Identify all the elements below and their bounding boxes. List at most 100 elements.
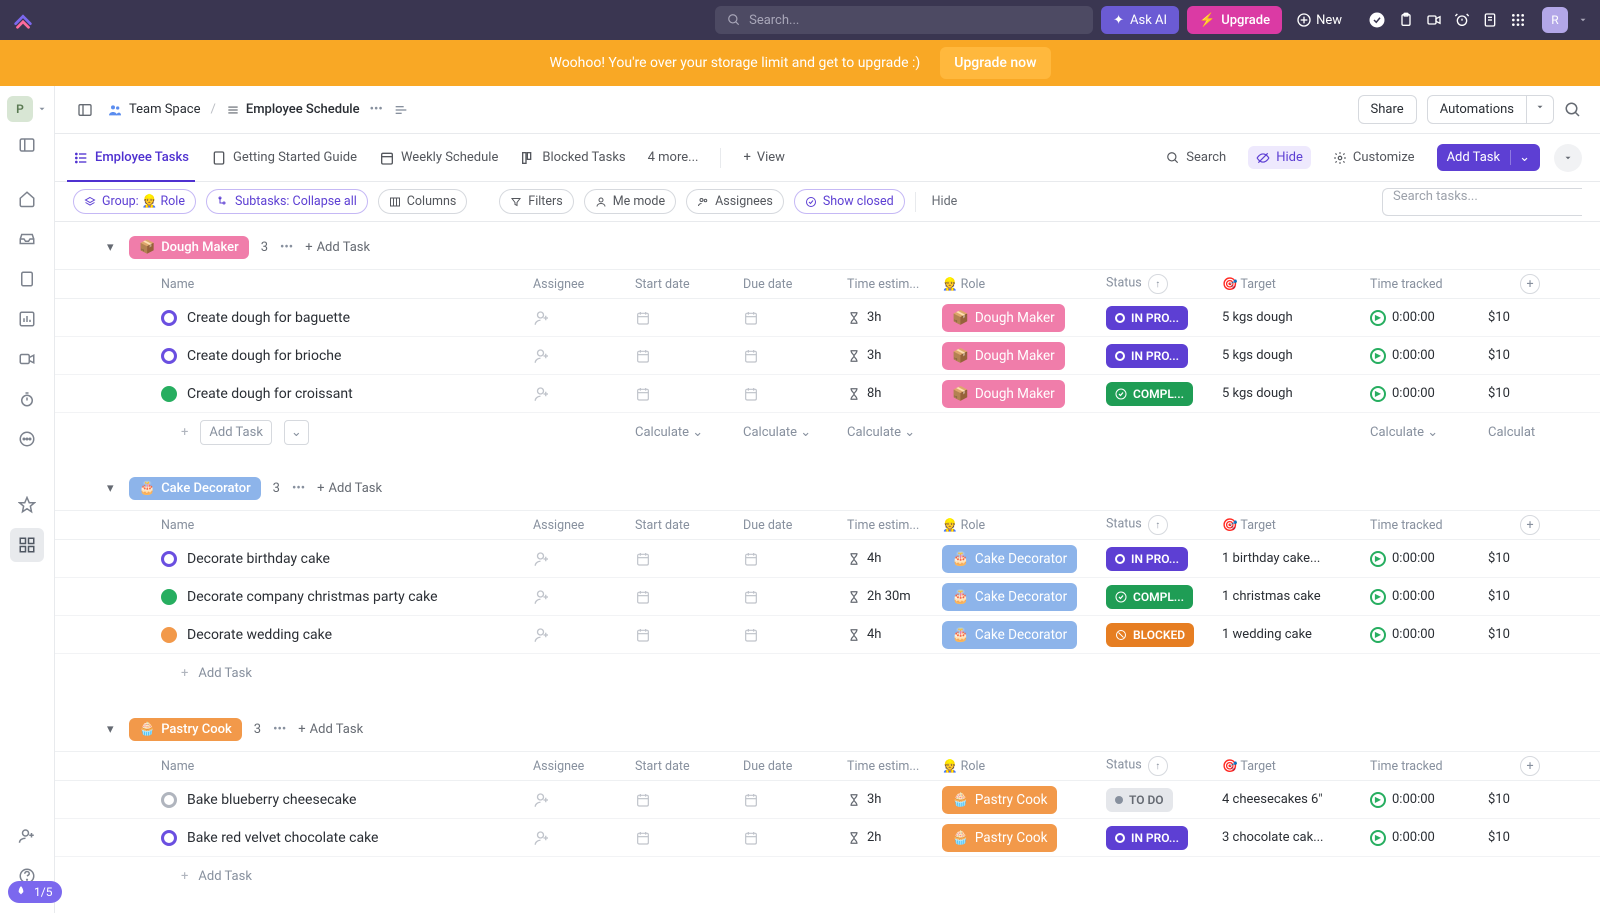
time-estimate-cell[interactable]: 4h [847, 627, 942, 642]
start-date-icon[interactable] [635, 589, 735, 605]
due-date-icon[interactable] [743, 830, 839, 846]
add-task-inline[interactable]: +Add Task⌄ [73, 420, 533, 445]
group-more-icon[interactable]: ••• [273, 722, 286, 737]
assignee-add-icon[interactable] [533, 626, 627, 644]
due-date-icon[interactable] [743, 310, 839, 326]
time-tracked-cell[interactable]: ▶0:00:00 [1370, 310, 1488, 326]
add-column-button[interactable]: + [1520, 274, 1540, 294]
col-time-tracked[interactable]: Time tracked [1370, 277, 1488, 292]
time-tracked-cell[interactable]: ▶0:00:00 [1370, 386, 1488, 402]
start-date-icon[interactable] [635, 551, 735, 567]
search-tasks-input[interactable]: Search tasks... [1382, 188, 1582, 216]
assignee-add-icon[interactable] [533, 791, 627, 809]
task-name[interactable]: Decorate wedding cake [187, 627, 332, 643]
col-time-estimate[interactable]: Time estim... [847, 518, 942, 533]
group-pill[interactable]: 🎂Cake Decorator [129, 477, 261, 500]
ellipsis-icon[interactable]: ••• [370, 102, 383, 117]
target-cell[interactable]: 4 cheesecakes 6" [1222, 792, 1370, 807]
cost-cell[interactable]: $10 [1488, 830, 1548, 845]
clips-icon[interactable] [10, 342, 44, 376]
breadcrumb-list[interactable]: Employee Schedule [226, 102, 360, 117]
col-assignee[interactable]: Assignee [533, 759, 635, 774]
timesheets-icon[interactable] [10, 382, 44, 416]
assignee-add-icon[interactable] [533, 588, 627, 606]
status-badge[interactable]: TO DO [1106, 788, 1173, 812]
subtasks-chip[interactable]: Subtasks: Collapse all [206, 189, 368, 214]
col-name[interactable]: Name [73, 277, 533, 292]
status-dot[interactable] [161, 792, 177, 808]
workspace-badge[interactable]: P [7, 96, 33, 122]
col-status[interactable]: Status↑ [1106, 515, 1222, 535]
add-column-button[interactable]: + [1520, 515, 1540, 535]
col-target[interactable]: 🎯 Target [1222, 277, 1370, 292]
chevron-down-icon[interactable] [37, 104, 47, 114]
group-pill[interactable]: 📦Dough Maker [129, 236, 249, 259]
filters-chip[interactable]: Filters [499, 189, 573, 214]
task-row[interactable]: Decorate birthday cake 4h 🎂Cake Decorato… [55, 540, 1600, 578]
add-task-button[interactable]: Add Task ⌄ [1437, 144, 1540, 171]
start-date-icon[interactable] [635, 627, 735, 643]
task-name[interactable]: Create dough for croissant [187, 386, 353, 402]
time-tracked-cell[interactable]: ▶0:00:00 [1370, 627, 1488, 643]
dashboards-icon[interactable] [10, 302, 44, 336]
status-dot[interactable] [161, 386, 177, 402]
group-add-task[interactable]: +Add Task [298, 722, 363, 737]
apps-icon[interactable] [1510, 12, 1526, 28]
col-time-estimate[interactable]: Time estim... [847, 277, 942, 292]
play-icon[interactable]: ▶ [1370, 386, 1386, 402]
status-badge[interactable]: IN PRO... [1106, 826, 1188, 850]
col-name[interactable]: Name [73, 759, 533, 774]
task-name[interactable]: Bake red velvet chocolate cake [187, 830, 378, 846]
status-dot[interactable] [161, 627, 177, 643]
col-time-tracked[interactable]: Time tracked [1370, 518, 1488, 533]
task-row[interactable]: Bake blueberry cheesecake 3h 🧁Pastry Coo… [55, 781, 1600, 819]
col-target[interactable]: 🎯 Target [1222, 759, 1370, 774]
add-task-inline[interactable]: +Add Task [73, 666, 533, 681]
new-button[interactable]: New [1290, 12, 1348, 28]
task-row[interactable]: Create dough for brioche 3h 📦Dough Maker… [55, 337, 1600, 375]
role-badge[interactable]: 🧁Pastry Cook [942, 824, 1057, 852]
view-search-button[interactable]: Search [1158, 146, 1234, 169]
status-badge[interactable]: COMPL... [1106, 585, 1193, 609]
col-start-date[interactable]: Start date [635, 759, 743, 774]
add-column-button[interactable]: + [1520, 756, 1540, 776]
col-name[interactable]: Name [73, 518, 533, 533]
cost-cell[interactable]: $10 [1488, 386, 1548, 401]
hide-filters-link[interactable]: Hide [926, 194, 964, 209]
task-name[interactable]: Decorate company christmas party cake [187, 589, 438, 605]
col-role[interactable]: 👷 Role [942, 277, 1106, 292]
status-dot[interactable] [161, 348, 177, 364]
status-badge[interactable]: IN PRO... [1106, 344, 1188, 368]
columns-chip[interactable]: Columns [378, 189, 468, 214]
col-role[interactable]: 👷 Role [942, 518, 1106, 533]
group-more-icon[interactable]: ••• [280, 240, 293, 255]
task-name[interactable]: Create dough for brioche [187, 348, 341, 364]
task-row[interactable]: Decorate company christmas party cake 2h… [55, 578, 1600, 616]
chevron-down-icon[interactable] [1578, 15, 1588, 25]
start-date-icon[interactable] [635, 310, 735, 326]
app-logo[interactable] [12, 8, 36, 32]
assignee-add-icon[interactable] [533, 385, 627, 403]
sort-asc-icon[interactable]: ↑ [1148, 274, 1168, 294]
invite-icon[interactable] [10, 819, 44, 853]
status-dot[interactable] [161, 830, 177, 846]
task-name[interactable]: Bake blueberry cheesecake [187, 792, 356, 808]
col-time-tracked[interactable]: Time tracked [1370, 759, 1488, 774]
assignee-add-icon[interactable] [533, 309, 627, 327]
play-icon[interactable]: ▶ [1370, 348, 1386, 364]
chevron-down-icon[interactable]: ⌄ [1510, 150, 1530, 165]
hide-button[interactable]: Hide [1248, 146, 1311, 169]
target-cell[interactable]: 5 kgs dough [1222, 386, 1370, 401]
assignees-chip[interactable]: Assignees [686, 189, 784, 214]
task-name[interactable]: Decorate birthday cake [187, 551, 330, 567]
due-date-icon[interactable] [743, 386, 839, 402]
col-start-date[interactable]: Start date [635, 277, 743, 292]
calculate-time-est[interactable]: Calculate ⌄ [847, 425, 942, 440]
target-cell[interactable]: 1 christmas cake [1222, 589, 1370, 604]
cost-cell[interactable]: $10 [1488, 589, 1548, 604]
group-collapse-caret[interactable]: ▾ [107, 240, 114, 255]
clipboard-icon[interactable] [1398, 12, 1414, 28]
tab-employee-tasks[interactable]: Employee Tasks [73, 134, 189, 181]
play-icon[interactable]: ▶ [1370, 310, 1386, 326]
col-due-date[interactable]: Due date [743, 759, 847, 774]
